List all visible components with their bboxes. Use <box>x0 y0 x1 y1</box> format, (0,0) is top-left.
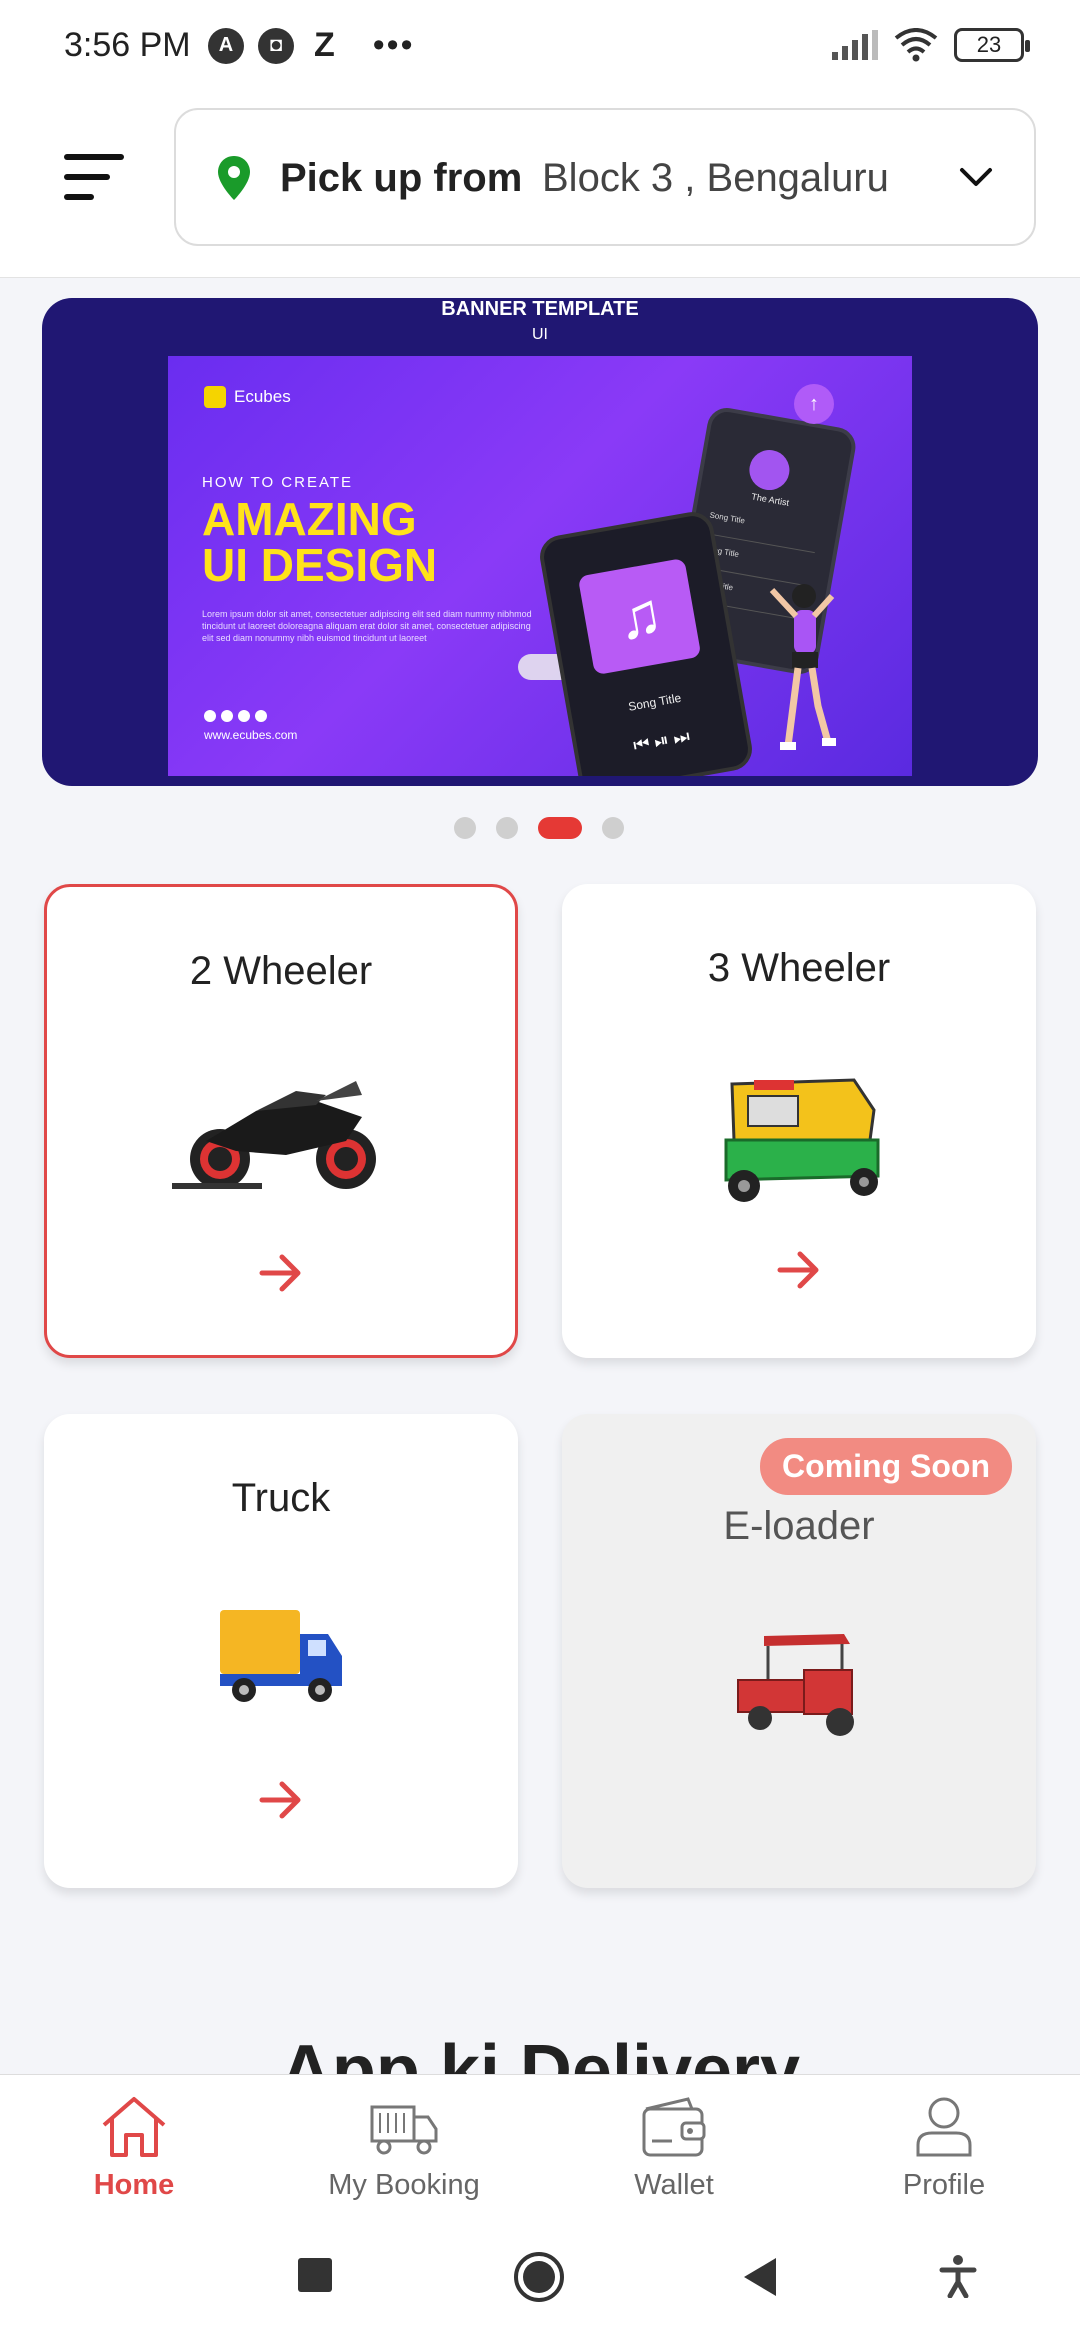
vehicle-card-2-wheeler[interactable]: 2 Wheeler <box>44 884 518 1358</box>
carousel-dot[interactable] <box>496 817 518 839</box>
banner-title: BANNER TEMPLATE <box>441 298 639 320</box>
banner-headline: AMAZING UI DESIGN <box>202 496 437 588</box>
cube-logo-icon <box>204 386 226 408</box>
auto-rickshaw-image <box>724 1078 880 1202</box>
status-icons-left: A ◘ Z ••• <box>208 26 415 65</box>
vehicle-card-e-loader: Coming Soon E-loader <box>562 1414 1036 1888</box>
bag-icon: ◘ <box>258 27 294 64</box>
motorcycle-image <box>172 1081 376 1189</box>
pinterest-icon <box>255 710 267 722</box>
vehicle-card-truck[interactable]: Truck <box>44 1414 518 1888</box>
nav-profile[interactable]: Profile <box>844 2075 1044 2211</box>
recents-icon[interactable] <box>298 2258 332 2292</box>
music-note-icon: ♫ <box>577 557 702 676</box>
banner-headline-1: AMAZING <box>202 493 417 545</box>
pickup-label: Pick up from <box>280 156 523 200</box>
chevron-down-icon[interactable] <box>958 162 994 192</box>
battery-icon: 23 <box>954 28 1030 62</box>
banner-subtitle: UI <box>532 326 548 343</box>
vehicle-title: 2 Wheeler <box>189 949 373 993</box>
vehicle-title: Truck <box>231 1476 331 1520</box>
back-triangle-icon[interactable] <box>742 2256 778 2298</box>
signal-icon <box>832 30 878 60</box>
nav-label: Wallet <box>634 2169 714 2201</box>
profile-icon <box>916 2097 972 2157</box>
instagram-icon <box>204 710 216 722</box>
artist-avatar-icon <box>746 446 793 494</box>
status-time: 3:56 PM <box>64 26 191 64</box>
location-pin-icon <box>218 156 250 200</box>
vehicle-title: E-loader <box>723 1504 875 1548</box>
wallet-icon <box>642 2097 706 2157</box>
social-icons <box>204 710 267 722</box>
status-bar: 3:56 PM A ◘ Z ••• 23 <box>0 0 1080 92</box>
arrow-right-icon[interactable] <box>258 1780 304 1820</box>
pickup-location-selector[interactable]: Pick up from Block 3 , Bengaluru <box>174 108 1036 246</box>
nav-label: My Booking <box>328 2169 480 2201</box>
e-loader-image <box>737 1634 854 1736</box>
carousel-dot[interactable] <box>602 817 624 839</box>
nav-wallet[interactable]: Wallet <box>574 2075 774 2211</box>
upload-arrow-icon: ↑ <box>794 384 834 424</box>
vehicle-title: 3 Wheeler <box>707 946 891 990</box>
banner-logo-text: Ecubes <box>234 387 291 406</box>
nav-label: Home <box>93 2169 175 2201</box>
promo-banner[interactable]: BANNER TEMPLATE UI Ecubes HOW TO CREATE … <box>42 298 1038 786</box>
home-circle-icon[interactable] <box>512 2250 566 2304</box>
song-title: Song Title <box>627 690 683 714</box>
header: Pick up from Block 3 , Bengaluru <box>0 92 1080 278</box>
carousel-indicator <box>454 817 624 839</box>
pickup-value: Block 3 , Bengaluru <box>542 156 889 200</box>
twitter-icon <box>238 710 250 722</box>
accessibility-icon[interactable] <box>938 2254 978 2298</box>
carousel-dot-active[interactable] <box>538 817 582 839</box>
status-icons-right: 23 <box>832 28 1030 62</box>
banner-url: www.ecubes.com <box>204 728 298 742</box>
more-dots-icon: ••• <box>372 26 415 64</box>
z-icon: Z <box>314 26 335 64</box>
banner-artwork: Ecubes HOW TO CREATE AMAZING UI DESIGN L… <box>168 356 912 776</box>
carousel-dot[interactable] <box>454 817 476 839</box>
banner-headline-2: UI DESIGN <box>202 539 438 591</box>
dancing-woman-illustration <box>769 584 836 750</box>
hamburger-menu-icon[interactable] <box>64 154 128 202</box>
vehicle-card-3-wheeler[interactable]: 3 Wheeler <box>562 884 1036 1358</box>
facebook-icon <box>221 710 233 722</box>
arrow-right-icon[interactable] <box>776 1250 822 1290</box>
banner-how-to: HOW TO CREATE <box>202 474 354 491</box>
nav-my-booking[interactable]: My Booking <box>304 2075 504 2211</box>
arrow-right-icon[interactable] <box>258 1253 304 1293</box>
banner-logo: Ecubes <box>204 386 291 408</box>
battery-level: 23 <box>976 32 1002 57</box>
system-navigation-bar <box>0 2210 1080 2340</box>
player-controls-icon: ⏮ ⏯ ⏭ <box>631 725 692 756</box>
coming-soon-badge: Coming Soon <box>760 1438 1012 1495</box>
a-circle-icon: A <box>208 27 244 64</box>
home-icon <box>102 2097 166 2157</box>
banner-body: Lorem ipsum dolor sit amet, consectetuer… <box>202 609 532 643</box>
nav-label: Profile <box>902 2169 986 2201</box>
nav-home[interactable]: Home <box>34 2075 234 2211</box>
wifi-icon <box>894 28 938 62</box>
truck-icon <box>370 2105 438 2155</box>
bottom-navigation: Home My Booking Wallet Profile <box>0 2074 1080 2210</box>
truck-image <box>220 1610 342 1702</box>
